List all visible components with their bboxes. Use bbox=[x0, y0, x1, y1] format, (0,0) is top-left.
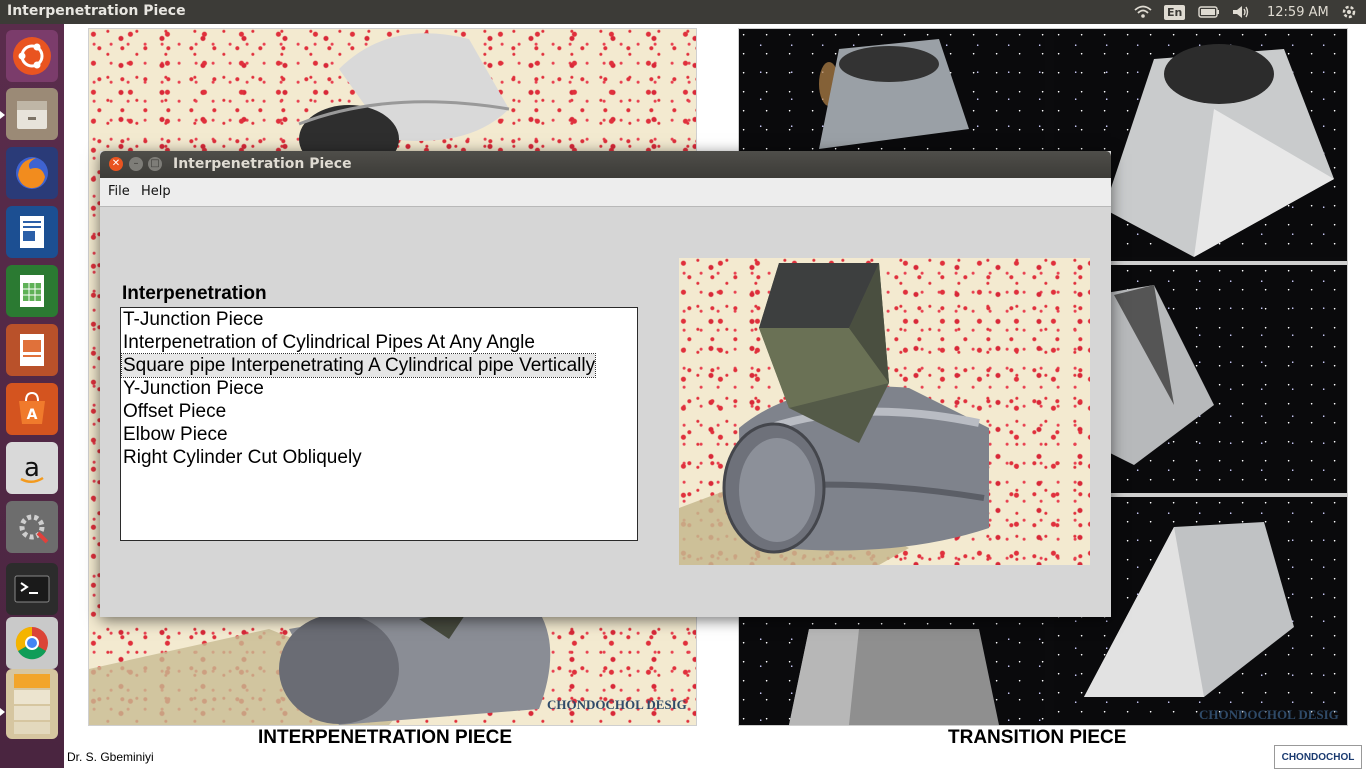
system-settings-icon[interactable] bbox=[6, 501, 58, 553]
menu-help[interactable]: Help bbox=[141, 184, 171, 199]
ubuntu-dash-icon[interactable] bbox=[6, 30, 58, 82]
list-item[interactable]: Interpenetration of Cylindrical Pipes At… bbox=[122, 331, 535, 354]
running-indicator bbox=[0, 111, 5, 119]
author-credit: Dr. S. Gbeminiyi bbox=[67, 750, 154, 764]
svg-text:a: a bbox=[24, 453, 40, 483]
firefox-icon[interactable] bbox=[6, 147, 58, 199]
menubar: File Help bbox=[100, 178, 1111, 207]
stacked-windows-icon[interactable] bbox=[6, 669, 58, 739]
list-item[interactable]: T-Junction Piece bbox=[122, 308, 263, 331]
dialog-titlebar[interactable]: ✕ – □ Interpenetration Piece bbox=[100, 151, 1111, 178]
system-menu-gear-icon[interactable] bbox=[1341, 0, 1357, 24]
svg-text:A: A bbox=[27, 407, 38, 423]
transition-caption: TRANSITION PIECE bbox=[948, 727, 1127, 748]
running-indicator bbox=[0, 708, 5, 716]
list-item[interactable]: Elbow Piece bbox=[122, 423, 228, 446]
amazon-icon[interactable]: a bbox=[6, 442, 58, 494]
terminal-icon[interactable] bbox=[6, 563, 58, 615]
libreoffice-impress-icon[interactable] bbox=[6, 324, 58, 376]
close-button[interactable]: ✕ bbox=[109, 157, 123, 171]
wifi-icon[interactable] bbox=[1133, 0, 1153, 24]
launcher: A a bbox=[0, 24, 64, 768]
volume-icon[interactable] bbox=[1232, 0, 1250, 24]
list-item[interactable]: Offset Piece bbox=[122, 400, 226, 423]
list-heading: Interpenetration bbox=[122, 283, 267, 304]
software-center-icon[interactable]: A bbox=[6, 383, 58, 435]
watermark-text: CHONDOCHOL DESIG bbox=[547, 697, 687, 712]
chondochol-logo: CHONDOCHOL bbox=[1274, 745, 1362, 769]
battery-icon[interactable] bbox=[1198, 0, 1220, 24]
menu-file[interactable]: File bbox=[108, 184, 130, 199]
interpenetration-caption: INTERPENETRATION PIECE bbox=[258, 727, 513, 748]
file-manager-icon[interactable] bbox=[6, 88, 58, 140]
maximize-button[interactable]: □ bbox=[148, 157, 162, 171]
top-panel: Interpenetration Piece En 12:59 AM bbox=[0, 0, 1366, 24]
keyboard-language-indicator[interactable]: En bbox=[1164, 0, 1186, 24]
watermark-text: CHONDOCHOL DESIG bbox=[1199, 707, 1339, 722]
dialog-title: Interpenetration Piece bbox=[173, 156, 352, 172]
libreoffice-writer-icon[interactable] bbox=[6, 206, 58, 258]
active-window-title: Interpenetration Piece bbox=[7, 3, 186, 19]
interpenetration-listbox[interactable]: T-Junction Piece Interpenetration of Cyl… bbox=[120, 307, 638, 541]
list-item[interactable]: Y-Junction Piece bbox=[122, 377, 264, 400]
libreoffice-calc-icon[interactable] bbox=[6, 265, 58, 317]
chrome-icon[interactable] bbox=[6, 617, 58, 669]
list-item-selected[interactable]: Square pipe Interpenetrating A Cylindric… bbox=[120, 353, 597, 378]
preview-image bbox=[679, 258, 1090, 565]
interpenetration-dialog: ✕ – □ Interpenetration Piece File Help I… bbox=[100, 151, 1111, 617]
clock[interactable]: 12:59 AM bbox=[1267, 0, 1329, 24]
minimize-button[interactable]: – bbox=[129, 157, 143, 171]
list-item[interactable]: Right Cylinder Cut Obliquely bbox=[122, 446, 362, 469]
